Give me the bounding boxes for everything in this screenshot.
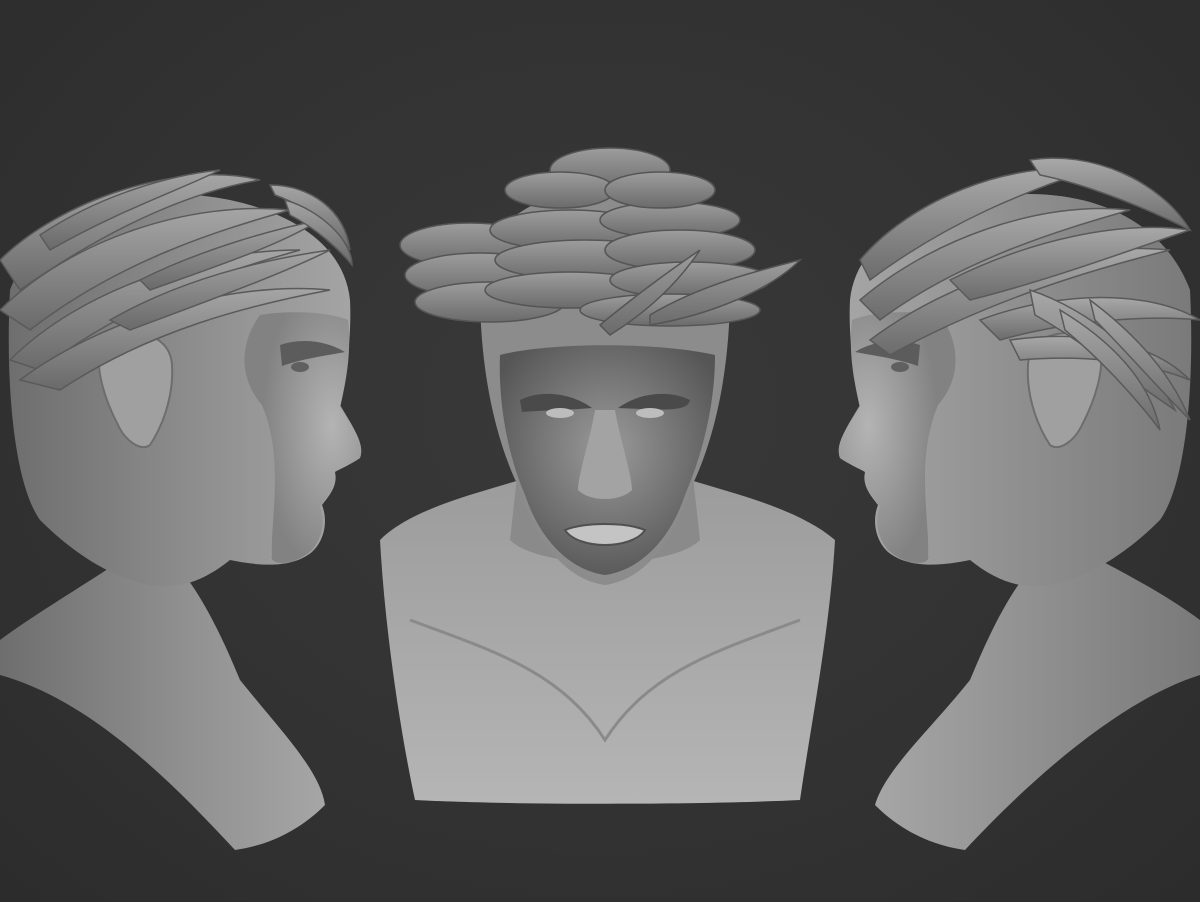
viewport-canvas (0, 0, 1200, 902)
left-eye (291, 362, 309, 372)
front-hair (399, 147, 803, 336)
bust-left-profile (0, 169, 362, 850)
bust-right-profile (838, 157, 1200, 850)
bust-front-view (380, 147, 835, 804)
front-eye-right (636, 408, 664, 418)
right-torso (875, 540, 1200, 850)
left-torso (0, 540, 325, 850)
front-eye-left (546, 408, 574, 418)
right-eye (891, 362, 909, 372)
